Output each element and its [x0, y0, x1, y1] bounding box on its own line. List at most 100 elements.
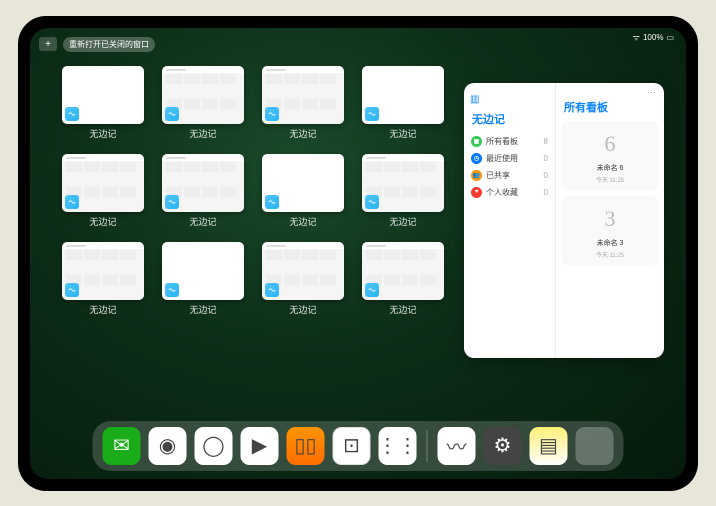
- freeform-app-icon: [265, 283, 279, 297]
- sidebar-item-count: 0: [544, 188, 548, 197]
- window-label: 无边记: [389, 127, 416, 140]
- board-name: 未命名 6: [597, 163, 624, 173]
- sidebar-item[interactable]: 👥 已共享 0: [470, 167, 549, 184]
- window-label: 无边记: [89, 303, 116, 316]
- window-thumbnail[interactable]: 无边记: [362, 242, 444, 316]
- sidebar-item-icon: ◷: [471, 153, 482, 164]
- window-thumbnail[interactable]: 无边记: [62, 154, 144, 228]
- sidebar-item-icon: ▣: [471, 136, 482, 147]
- window-label: 无边记: [89, 215, 116, 228]
- board-date: 今天 11:25: [596, 250, 624, 259]
- dock-app-wechat[interactable]: ✉: [103, 427, 141, 465]
- window-preview: [262, 242, 344, 300]
- window-preview: [362, 154, 444, 212]
- battery-icon: ▭: [666, 33, 674, 42]
- window-preview: [362, 66, 444, 124]
- sidebar-item-count: 8: [544, 137, 548, 146]
- sidebar-item[interactable]: ♥个人收藏0: [470, 184, 549, 201]
- window-thumbnail[interactable]: 无边记: [62, 242, 144, 316]
- window-preview: [262, 154, 344, 212]
- window-thumbnail[interactable]: 无边记: [62, 66, 144, 140]
- freeform-app-icon: [365, 107, 379, 121]
- settings-icon: ⚙: [494, 433, 512, 458]
- screen: ᯤ 100% ▭ + 重新打开已关闭的窗口 无边记无边记无边记无边记无边记无边记…: [30, 28, 686, 479]
- window-label: 无边记: [389, 303, 416, 316]
- window-thumbnail[interactable]: 无边记: [262, 66, 344, 140]
- status-bar: ᯤ 100% ▭: [633, 32, 674, 43]
- window-label: 无边记: [189, 215, 216, 228]
- new-tab-button[interactable]: +: [39, 37, 57, 51]
- books-icon: ▯▯: [294, 433, 316, 458]
- window-preview: [62, 242, 144, 300]
- reopen-closed-window-button[interactable]: 重新打开已关闭的窗口: [63, 37, 155, 52]
- window-thumbnail[interactable]: 无边记: [162, 66, 244, 140]
- dock-app-video[interactable]: ▶: [241, 427, 279, 465]
- freeform-app-icon: [165, 195, 179, 209]
- sidebar-toggle-icon[interactable]: ▥: [470, 94, 479, 105]
- panel-content: 所有看板 6 未命名 6 今天 11:25 3 未命名 3 今天 11:25: [556, 83, 664, 358]
- dock-app-books[interactable]: ▯▯: [287, 427, 325, 465]
- freeform-app-icon: [365, 195, 379, 209]
- ipad-frame: ᯤ 100% ▭ + 重新打开已关闭的窗口 无边记无边记无边记无边记无边记无边记…: [18, 16, 698, 491]
- window-thumbnail[interactable]: 无边记: [362, 154, 444, 228]
- wifi-icon: ᯤ: [633, 32, 640, 43]
- window-label: 无边记: [289, 303, 316, 316]
- board-card[interactable]: 6 未命名 6 今天 11:25: [562, 121, 658, 190]
- freeform-panel: ··· ▥ 无边记 ▣所有看板8◷最近使用0👥已共享0♥个人收藏0 所有看板 6…: [464, 83, 664, 358]
- dock-app-notes[interactable]: ▤: [530, 427, 568, 465]
- dice-icon: ⊡: [343, 433, 360, 458]
- notes-icon: ▤: [539, 433, 558, 458]
- window-preview: [62, 66, 144, 124]
- sidebar-item-label: 所有看板: [486, 136, 518, 147]
- panel-sidebar: ▥ 无边记 ▣所有看板8◷最近使用0👥已共享0♥个人收藏0: [464, 83, 556, 358]
- freeform-app-icon: [65, 107, 79, 121]
- window-thumbnail[interactable]: 无边记: [262, 154, 344, 228]
- dock-app-qq-browser[interactable]: ◯: [195, 427, 233, 465]
- window-preview: [162, 66, 244, 124]
- window-thumbnail[interactable]: 无边记: [362, 66, 444, 140]
- sidebar-item-count: 0: [544, 171, 548, 180]
- board-date: 今天 11:25: [596, 175, 624, 184]
- window-label: 无边记: [189, 127, 216, 140]
- dock-app-freeform[interactable]: 〰: [438, 427, 476, 465]
- dock: ✉ ◉◯ ▶ ▯▯ ⊡ ⋮⋮ 〰 ⚙ ▤: [93, 421, 624, 471]
- window-label: 无边记: [289, 215, 316, 228]
- sidebar-item[interactable]: ▣ 所有看板 8: [470, 133, 549, 150]
- dock-app-settings[interactable]: ⚙: [484, 427, 522, 465]
- window-thumbnail[interactable]: 无边记: [162, 154, 244, 228]
- sidebar-item-label: 最近使用: [486, 153, 518, 164]
- panel-section-title: 所有看板: [564, 99, 658, 115]
- window-preview: [162, 242, 244, 300]
- freeform-app-icon: [165, 283, 179, 297]
- board-thumbnail: 3: [592, 202, 628, 236]
- board-card[interactable]: 3 未命名 3 今天 11:25: [562, 196, 658, 265]
- top-left-controls: + 重新打开已关闭的窗口: [39, 37, 155, 52]
- window-thumbnail[interactable]: 无边记: [262, 242, 344, 316]
- freeform-app-icon: [65, 283, 79, 297]
- video-icon: ▶: [252, 433, 267, 458]
- dock-app-dice[interactable]: ⊡: [333, 427, 371, 465]
- window-preview: [62, 154, 144, 212]
- dock-app-tools[interactable]: ⋮⋮: [379, 427, 417, 465]
- dock-separator: [427, 430, 428, 462]
- dock-app-quark[interactable]: ◉: [149, 427, 187, 465]
- freeform-icon: 〰: [447, 431, 467, 460]
- freeform-app-icon: [265, 195, 279, 209]
- battery-percent: 100%: [643, 33, 663, 42]
- window-label: 无边记: [289, 127, 316, 140]
- window-preview: [362, 242, 444, 300]
- window-label: 无边记: [189, 303, 216, 316]
- freeform-app-icon: [365, 283, 379, 297]
- sidebar-item-count: 0: [544, 154, 548, 163]
- dock-app-folder[interactable]: [576, 427, 614, 465]
- sidebar-item[interactable]: ◷ 最近使用 0: [470, 150, 549, 167]
- sidebar-item-icon: 👥: [471, 170, 482, 181]
- window-thumbnail[interactable]: 无边记: [162, 242, 244, 316]
- sidebar-item-label: 已共享: [486, 170, 510, 181]
- board-thumbnail: 6: [592, 127, 628, 161]
- window-label: 无边记: [89, 127, 116, 140]
- board-name: 未命名 3: [597, 238, 624, 248]
- wechat-icon: ✉: [113, 433, 130, 458]
- window-preview: [262, 66, 344, 124]
- tools-icon: ⋮⋮: [378, 433, 418, 458]
